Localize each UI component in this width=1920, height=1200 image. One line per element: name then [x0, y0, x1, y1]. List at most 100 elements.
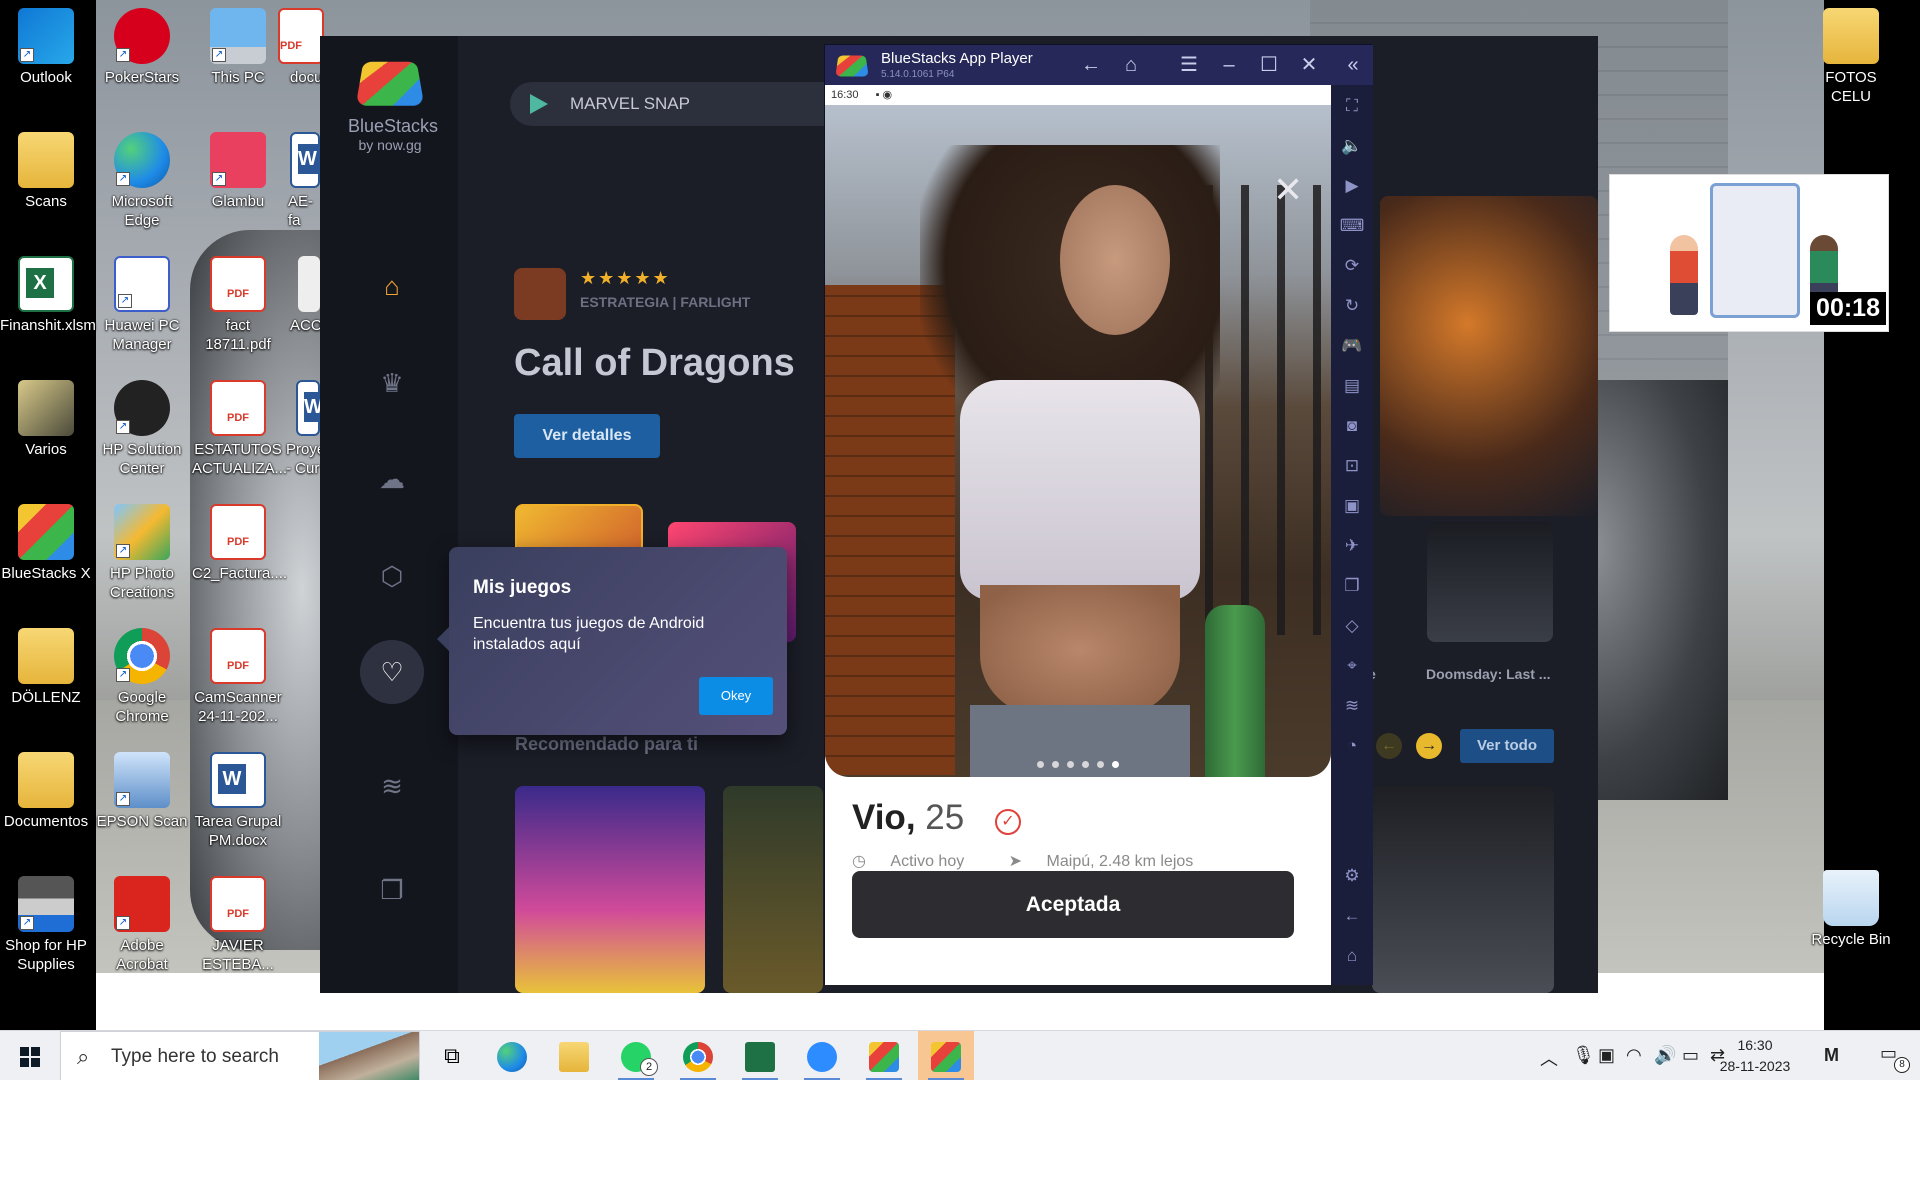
pagination-dot[interactable]	[1082, 761, 1089, 768]
sidebar-multi-instance-button[interactable]: ❐	[360, 858, 424, 922]
desktop-icon-estatutos-pdf[interactable]: ESTATUTOS ACTUALIZA...	[192, 380, 287, 478]
minimize-button[interactable]: –	[1213, 49, 1245, 81]
chevron-up-icon[interactable]: ︿	[1540, 1045, 1558, 1071]
game-tile[interactable]	[1427, 522, 1553, 642]
home-button[interactable]: ⌂	[1115, 49, 1147, 81]
desktop-icon-scans[interactable]: Scans	[0, 132, 92, 211]
sidebar-home-button[interactable]: ⌂	[360, 254, 424, 318]
location-button[interactable]: ⌖	[1339, 653, 1365, 679]
screenshot-button[interactable]: ◙	[1339, 413, 1365, 439]
desktop-icon-aco-partial[interactable]: ACO	[272, 256, 320, 335]
desktop-icon-aefa-partial[interactable]: AE-fa	[272, 132, 320, 230]
taskbar-excel[interactable]	[732, 1031, 788, 1081]
desktop-icon-chrome[interactable]: ↗ Google Chrome	[96, 628, 188, 726]
desktop-icon-huawei-pc-manager[interactable]: ↗ Huawei PC Manager	[96, 256, 188, 354]
pagination-dot[interactable]	[1052, 761, 1059, 768]
layers-button[interactable]: ≋	[1339, 693, 1365, 719]
taskbar-whatsapp[interactable]: 2	[608, 1031, 664, 1081]
android-back-button[interactable]: ←	[1339, 903, 1365, 929]
collapse-sidebar-button[interactable]: «	[1337, 49, 1369, 81]
start-button[interactable]	[0, 1031, 60, 1081]
gamepad-button[interactable]: 🎮	[1339, 333, 1365, 359]
microphone-icon[interactable]: 🎙	[1572, 1045, 1595, 1066]
recommended-tile[interactable]	[515, 786, 705, 993]
desktop-icon-tarea-grupal-docx[interactable]: Tarea Grupal PM.docx	[192, 752, 284, 850]
taskbar-search-box[interactable]: ⌕ Type here to search	[60, 1031, 420, 1081]
desktop-icon-proye-partial[interactable]: Proye - Cur	[272, 380, 320, 478]
taskbar-zoom[interactable]	[794, 1031, 850, 1081]
volume-button[interactable]: 🔈	[1339, 133, 1365, 159]
sidebar-web3-button[interactable]: ⬡	[360, 544, 424, 608]
desktop-icon-fotos-celu[interactable]: FOTOS CELU	[1806, 8, 1896, 106]
display-icon[interactable]: ▣	[1598, 1045, 1615, 1066]
desktop-icon-recycle-bin[interactable]: Recycle Bin	[1806, 870, 1896, 949]
gallery-button[interactable]: ▣	[1339, 493, 1365, 519]
android-home-button[interactable]: ⌂	[1339, 943, 1365, 969]
wifi-icon[interactable]: ◠	[1626, 1045, 1642, 1066]
recommended-tile[interactable]	[1372, 786, 1554, 993]
desktop-icon-glambu[interactable]: ↗ Glambu	[192, 132, 284, 211]
airplane-button[interactable]: ✈	[1339, 533, 1365, 559]
macro-button[interactable]: ⟳	[1339, 253, 1365, 279]
desktop-icon-c2-factura-pdf[interactable]: C2_Factura....	[192, 504, 287, 583]
rotate-button[interactable]: ↻	[1339, 293, 1365, 319]
see-all-button[interactable]: Ver todo	[1460, 729, 1554, 763]
desktop-icon-docu-partial[interactable]: docu	[272, 8, 324, 87]
desktop-icon-hp-photo[interactable]: ↗ HP Photo Creations	[96, 504, 188, 602]
eraser-button[interactable]: ◇	[1339, 613, 1365, 639]
carousel-next-button[interactable]: →	[1416, 733, 1442, 759]
carousel-prev-button[interactable]: ←	[1376, 733, 1402, 759]
desktop-icon-camscanner-pdf[interactable]: CamScanner 24-11-202...	[192, 628, 284, 726]
desktop-icon-outlook[interactable]: ↗ Outlook	[0, 8, 92, 87]
back-button[interactable]: ←	[1075, 49, 1107, 81]
desktop-icon-edge[interactable]: ↗ Microsoft Edge	[96, 132, 188, 230]
taskbar-chrome[interactable]	[670, 1031, 726, 1081]
game-thumbnail[interactable]	[514, 268, 566, 320]
recommended-tile[interactable]	[723, 786, 823, 993]
view-details-button[interactable]: Ver detalles	[514, 414, 660, 458]
eco-mode-button[interactable]: ◔	[1339, 733, 1365, 759]
huawei-pc-manager-tray-icon[interactable]: M	[1824, 1045, 1839, 1066]
desktop-icon-epson-scan[interactable]: ↗ EPSON Scan	[96, 752, 188, 831]
desktop-icon-fact-pdf[interactable]: fact 18711.pdf	[192, 256, 284, 354]
taskbar-bluestacks-player[interactable]	[918, 1031, 974, 1081]
desktop-icon-varios[interactable]: Varios	[0, 380, 92, 459]
pagination-dot[interactable]	[1112, 761, 1119, 768]
sidebar-cloud-button[interactable]: ☁	[360, 447, 424, 511]
bluestacks-search-bar[interactable]: MARVEL SNAP	[510, 82, 860, 126]
taskbar-clock[interactable]: 16:30 28-11-2023	[1710, 1035, 1800, 1077]
menu-button[interactable]: ☰	[1173, 49, 1205, 81]
desktop-icon-adobe-acrobat[interactable]: ↗ Adobe Acrobat	[96, 876, 188, 974]
close-button[interactable]: ✕	[1293, 49, 1325, 81]
desktop-icon-dollenz[interactable]: DÖLLENZ	[0, 628, 92, 707]
pagination-dot[interactable]	[1067, 761, 1074, 768]
notification-center-button[interactable]: ▭ 8	[1880, 1043, 1910, 1073]
desktop-icon-javier-pdf[interactable]: JAVIER ESTEBA...	[192, 876, 284, 974]
pagination-dot[interactable]	[1037, 761, 1044, 768]
desktop-icon-finanshit[interactable]: Finanshit.xlsm	[0, 256, 96, 335]
photo-close-icon[interactable]: ✕	[1273, 169, 1303, 211]
battery-icon[interactable]: ▭	[1682, 1045, 1699, 1066]
sidebar-layers-button[interactable]: ≋	[360, 754, 424, 818]
fullscreen-button[interactable]: ⛶	[1339, 93, 1365, 119]
desktop-icon-bluestacks-x[interactable]: BlueStacks X	[0, 504, 92, 583]
pagination-dot[interactable]	[1097, 761, 1104, 768]
desktop-icon-pokerstars[interactable]: ↗ PokerStars	[96, 8, 188, 87]
taskbar-bluestacks[interactable]	[856, 1031, 912, 1081]
taskbar-edge[interactable]	[484, 1031, 540, 1081]
media-button[interactable]: ▶	[1339, 173, 1365, 199]
maximize-button[interactable]: ☐	[1253, 49, 1285, 81]
tooltip-ok-button[interactable]: Okey	[699, 677, 773, 715]
keyboard-button[interactable]: ⌨	[1339, 213, 1365, 239]
sidebar-my-games-button[interactable]: ♡	[360, 640, 424, 704]
sidebar-crown-button[interactable]: ♛	[360, 351, 424, 415]
desktop-icon-shop-hp[interactable]: ↗ Shop for HP Supplies	[0, 876, 92, 974]
profile-photo[interactable]: ✕	[825, 105, 1331, 777]
floating-video-preview[interactable]: 00:18	[1609, 174, 1889, 332]
taskbar-file-explorer[interactable]	[546, 1031, 602, 1081]
desktop-icon-documentos[interactable]: Documentos	[0, 752, 92, 831]
fps-button[interactable]: ▤	[1339, 373, 1365, 399]
accepted-button[interactable]: Aceptada	[852, 871, 1294, 938]
record-button[interactable]: ⊡	[1339, 453, 1365, 479]
settings-button[interactable]: ⚙	[1339, 863, 1365, 889]
